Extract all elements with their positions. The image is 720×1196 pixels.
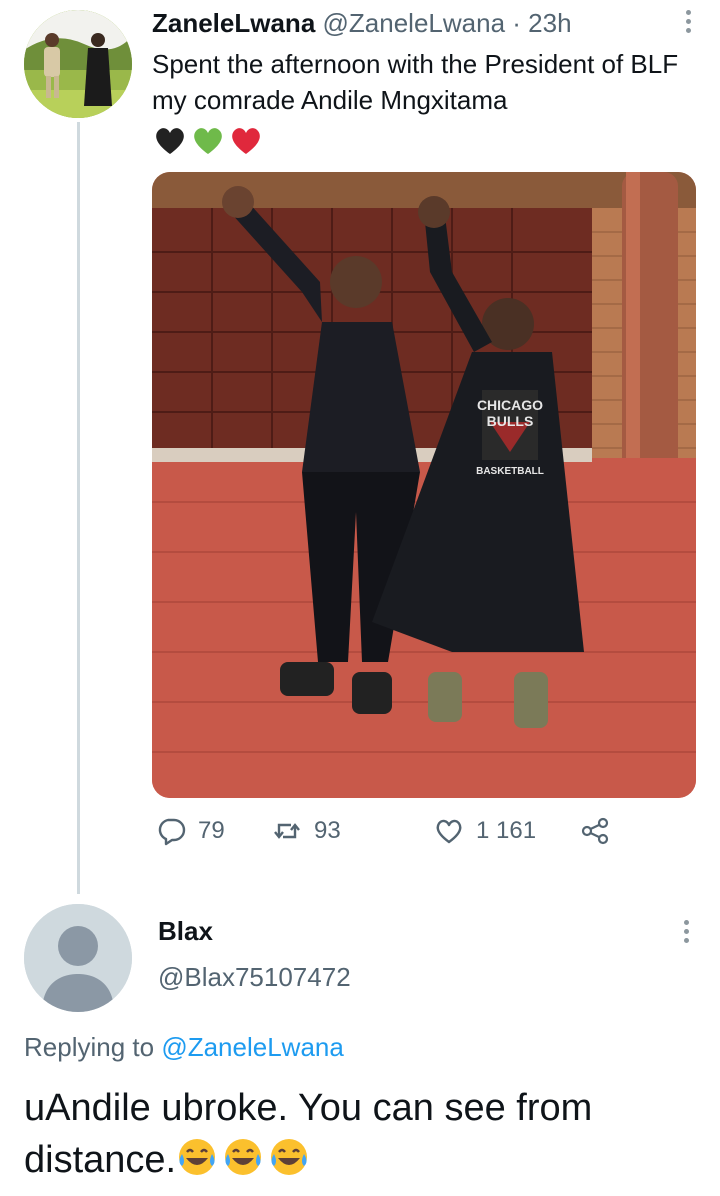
reply-author-avatar[interactable] [24,904,132,1012]
red-heart-icon [232,128,260,154]
replying-prefix: Replying to [24,1032,155,1062]
author-handle[interactable]: @ZaneleLwana [323,8,506,38]
tweet-emojis [152,122,264,158]
reply-emojis [176,1136,310,1178]
share-button[interactable] [580,816,610,846]
default-avatar-icon [24,904,132,1012]
laughing-tears-icon [225,1139,262,1175]
author-avatar[interactable] [24,10,132,118]
laughing-tears-icon [271,1139,308,1175]
thread-line [77,122,80,894]
tweet-photo[interactable]: CHICAGO BULLS BASKETBALL [152,172,696,798]
tweet-time[interactable]: 23h [528,8,571,38]
reply-author-name[interactable]: Blax [158,916,213,947]
separator: · [512,8,521,38]
author-name[interactable]: ZaneleLwana [152,8,315,38]
reply-button[interactable]: 79 [156,816,225,846]
tweet-text: Spent the afternoon with the President o… [152,49,679,115]
replying-to-mention[interactable]: @ZaneleLwana [161,1032,344,1062]
reply-more-options-icon[interactable] [682,920,690,944]
green-heart-icon [194,128,222,154]
shirt-text-chicago: CHICAGO [477,397,543,413]
heart-icon [436,819,462,844]
tweet-actions: 79 93 1 161 [152,816,692,856]
replying-to: Replying to @ZaneleLwana [24,1032,344,1063]
shirt-text-basketball: BASKETBALL [476,466,544,477]
tweet-header: ZaneleLwana @ZaneleLwana · 23h [152,6,572,40]
like-count: 1 161 [476,817,537,844]
reply-icon [158,818,186,846]
retweet-button[interactable]: 93 [272,816,341,846]
retweet-count: 93 [314,817,341,844]
shirt-text-bulls: BULLS [487,413,534,429]
reply-author-handle[interactable]: @Blax75107472 [158,962,351,993]
avatar-photo [24,10,132,118]
laughing-tears-icon [179,1139,216,1175]
black-heart-icon [156,128,184,154]
more-options-icon[interactable] [684,10,692,34]
retweet-icon [274,823,300,839]
share-icon [581,817,609,845]
reply-count: 79 [198,817,225,844]
photo-image: CHICAGO BULLS BASKETBALL [152,172,696,798]
reply-text-block: uAndile ubroke. You can see from distanc… [24,1082,704,1186]
like-button[interactable]: 1 161 [434,816,536,846]
